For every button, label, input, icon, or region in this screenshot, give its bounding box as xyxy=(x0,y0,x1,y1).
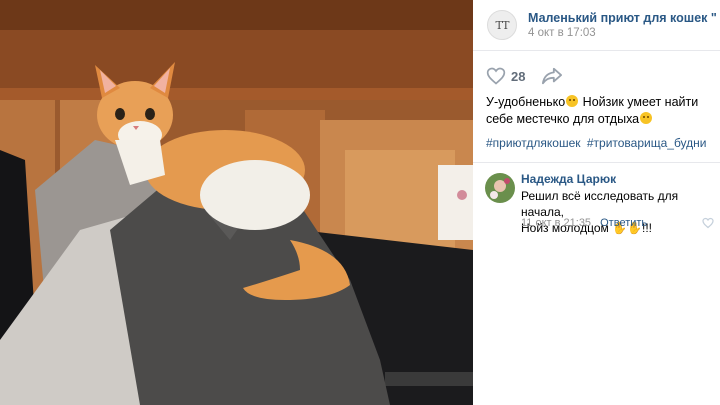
divider xyxy=(473,162,720,163)
cat-photo-illustration xyxy=(0,0,473,405)
post-photo[interactable] xyxy=(0,0,473,405)
post-viewer: TT Маленький приют для кошек "Три 4 окт … xyxy=(0,0,720,405)
comment-text-line1: Решил всё исследовать для начала, xyxy=(521,189,679,219)
post-actions: 28 xyxy=(473,62,720,90)
comment-heart-icon[interactable] xyxy=(702,217,714,229)
smile-emoji-icon xyxy=(640,112,653,124)
avatar-photo-icon xyxy=(485,173,515,203)
post-text-part1: У-удобненько xyxy=(486,95,566,109)
commenter-avatar[interactable] xyxy=(485,173,515,203)
smile-emoji-icon xyxy=(566,95,579,107)
reply-link[interactable]: Ответить xyxy=(600,217,647,229)
post-date[interactable]: 4 окт в 17:03 xyxy=(528,27,596,39)
share-arrow-icon[interactable] xyxy=(541,66,563,86)
hashtags: #приютдлякошек #тритоварища_будни xyxy=(486,136,709,150)
comment-meta: 11 окт в 21:35 Ответить xyxy=(521,217,647,229)
comment-date[interactable]: 11 окт в 21:35 xyxy=(521,217,591,229)
group-avatar[interactable]: TT xyxy=(487,10,517,40)
group-name-link[interactable]: Маленький приют для кошек "Три xyxy=(528,11,716,25)
divider xyxy=(473,50,720,51)
like-count: 28 xyxy=(511,69,526,84)
post-side-panel: TT Маленький приют для кошек "Три 4 окт … xyxy=(473,0,720,405)
post-text: У-удобненько Нойзик умеет найти себе мес… xyxy=(486,94,712,128)
hashtag-link[interactable]: #тритоварища_будни xyxy=(587,136,707,150)
comment-author-link[interactable]: Надежда Царюк xyxy=(521,172,616,186)
heart-icon[interactable] xyxy=(486,66,506,86)
hashtag-link[interactable]: #приютдлякошек xyxy=(486,136,581,150)
post-header: TT Маленький приют для кошек "Три 4 окт … xyxy=(473,0,720,50)
comment: Надежда Царюк Решил всё исследовать для … xyxy=(473,166,720,236)
